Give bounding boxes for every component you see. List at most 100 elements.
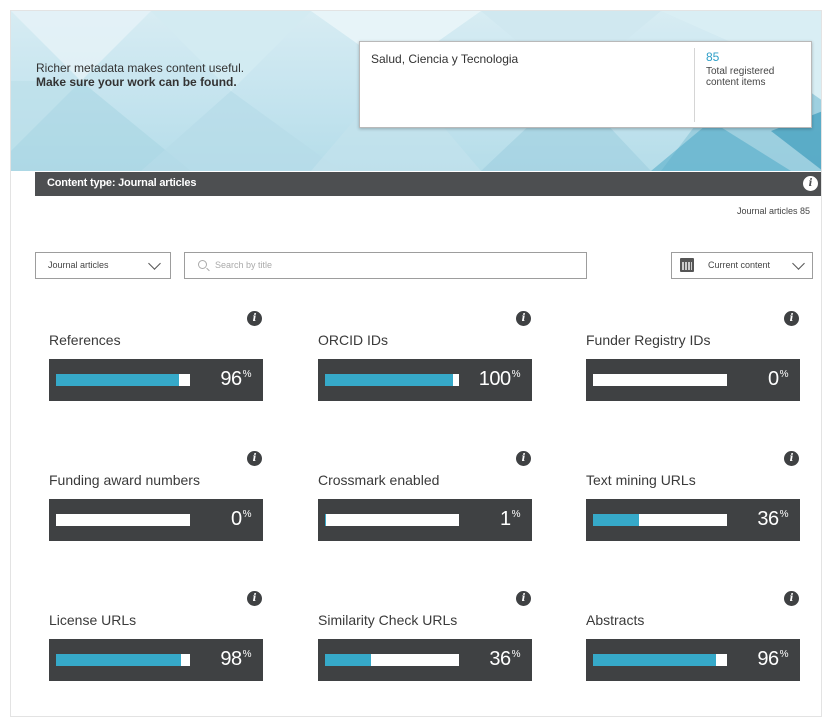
- metric-percent: 96%: [757, 648, 788, 671]
- percent-sign: %: [779, 649, 789, 660]
- percent-sign: %: [242, 649, 252, 660]
- content-type-bar: Content type: Journal articles i: [35, 172, 821, 196]
- metric-meter: 0%: [49, 499, 263, 541]
- percent-sign: %: [779, 509, 789, 520]
- metric-label: Text mining URLs: [586, 472, 696, 488]
- card-divider: [694, 48, 695, 122]
- period-select-value: Current content: [708, 260, 771, 270]
- metric-label: Funder Registry IDs: [586, 332, 711, 348]
- metric-percent: 36%: [489, 648, 520, 671]
- percent-sign: %: [779, 369, 789, 380]
- metric-percent-value: 0: [230, 508, 242, 530]
- metric-label: Crossmark enabled: [318, 472, 440, 488]
- info-icon[interactable]: i: [784, 591, 799, 606]
- search-icon: [198, 260, 207, 269]
- progress-track: [56, 654, 190, 666]
- metric-label: ORCID IDs: [318, 332, 388, 348]
- info-icon[interactable]: i: [516, 451, 531, 466]
- metric-percent: 98%: [220, 648, 251, 671]
- content-type-select-value: Journal articles: [48, 260, 109, 270]
- metric-percent-value: 36: [757, 508, 779, 530]
- metric-license-urls: i License URLs 98%: [49, 591, 263, 701]
- metric-percent-value: 36: [489, 648, 511, 670]
- info-icon[interactable]: i: [516, 311, 531, 326]
- metric-percent-value: 1: [499, 508, 511, 530]
- metric-references: i References 96%: [49, 311, 263, 421]
- metric-meter: 98%: [49, 639, 263, 681]
- metric-percent: 96%: [220, 368, 251, 391]
- period-select[interactable]: Current content: [671, 252, 813, 279]
- search-placeholder: Search by title: [215, 260, 273, 270]
- metric-label: References: [49, 332, 121, 348]
- banner-line-1: Richer metadata makes content useful.: [36, 61, 245, 75]
- metric-meter: 100%: [318, 359, 532, 401]
- progress-track: [56, 374, 190, 386]
- percent-sign: %: [511, 369, 521, 380]
- progress-fill: [593, 514, 640, 526]
- metric-meter: 96%: [49, 359, 263, 401]
- info-icon[interactable]: i: [247, 451, 262, 466]
- progress-track: [593, 374, 727, 386]
- progress-track: [325, 654, 459, 666]
- progress-fill: [56, 654, 182, 666]
- total-items-label: Total registered content items: [706, 66, 775, 88]
- metric-funder-registry-ids: i Funder Registry IDs 0%: [586, 311, 800, 421]
- metric-percent: 100%: [478, 368, 521, 391]
- journal-title: Salud, Ciencia y Tecnologia: [371, 52, 519, 66]
- info-icon[interactable]: i: [784, 451, 799, 466]
- info-icon[interactable]: i: [803, 176, 818, 191]
- metric-abstracts: i Abstracts 96%: [586, 591, 800, 701]
- metric-label: Funding award numbers: [49, 472, 200, 488]
- metric-crossmark-enabled: i Crossmark enabled 1%: [318, 451, 532, 561]
- search-input[interactable]: Search by title: [184, 252, 587, 279]
- progress-fill: [325, 514, 327, 526]
- progress-fill: [56, 374, 179, 386]
- journal-articles-count: Journal articles 85: [736, 206, 810, 216]
- progress-fill: [325, 654, 372, 666]
- info-icon[interactable]: i: [247, 591, 262, 606]
- info-icon[interactable]: i: [247, 311, 262, 326]
- metric-percent: 0%: [230, 508, 252, 531]
- metric-percent: 36%: [757, 508, 788, 531]
- percent-sign: %: [511, 509, 521, 520]
- percent-sign: %: [511, 649, 521, 660]
- info-icon[interactable]: i: [516, 591, 531, 606]
- metric-orcid-ids: i ORCID IDs 100%: [318, 311, 532, 421]
- metric-text-mining-urls: i Text mining URLs 36%: [586, 451, 800, 561]
- progress-track: [593, 514, 727, 526]
- metric-meter: 36%: [318, 639, 532, 681]
- metric-meter: 0%: [586, 359, 800, 401]
- metric-percent: 1%: [499, 508, 521, 531]
- info-icon[interactable]: i: [784, 311, 799, 326]
- metric-label: License URLs: [49, 612, 137, 628]
- banner-message: Richer metadata makes content useful. Ma…: [36, 61, 286, 89]
- metric-label: Abstracts: [586, 612, 645, 628]
- metric-meter: 36%: [586, 499, 800, 541]
- metric-percent-value: 96: [220, 368, 242, 390]
- metric-meter: 1%: [318, 499, 532, 541]
- journal-summary-card: Salud, Ciencia y Tecnologia 85 Total reg…: [359, 41, 812, 128]
- metric-funding-award-numbers: i Funding award numbers 0%: [49, 451, 263, 561]
- progress-track: [593, 654, 727, 666]
- progress-fill: [325, 374, 453, 386]
- chevron-down-icon: [792, 257, 805, 270]
- metric-percent-value: 96: [757, 648, 779, 670]
- percent-sign: %: [242, 509, 252, 520]
- progress-track: [56, 514, 190, 526]
- metric-percent-value: 98: [220, 648, 242, 670]
- metric-meter: 96%: [586, 639, 800, 681]
- chevron-down-icon: [148, 257, 161, 270]
- content-type-select[interactable]: Journal articles: [35, 252, 171, 279]
- banner-line-2: Make sure your work can be found.: [36, 75, 237, 89]
- calendar-icon: [680, 258, 694, 272]
- metric-percent: 0%: [767, 368, 789, 391]
- progress-track: [325, 514, 459, 526]
- metric-percent-value: 0: [767, 368, 779, 390]
- percent-sign: %: [242, 369, 252, 380]
- metric-label: Similarity Check URLs: [318, 612, 458, 628]
- participation-report-panel: Richer metadata makes content useful. Ma…: [10, 10, 822, 717]
- progress-track: [325, 374, 459, 386]
- metric-similarity-check-urls: i Similarity Check URLs 36%: [318, 591, 532, 701]
- metric-percent-value: 100: [478, 368, 511, 390]
- banner: Richer metadata makes content useful. Ma…: [11, 11, 821, 171]
